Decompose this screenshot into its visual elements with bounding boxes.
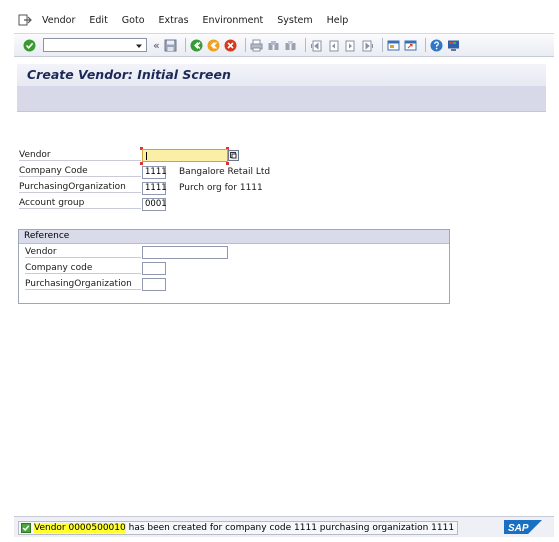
toolbar-separator xyxy=(244,38,246,52)
menu-goto[interactable]: Goto xyxy=(122,15,145,26)
page-title: Create Vendor: Initial Screen xyxy=(27,67,231,82)
vendor-input[interactable] xyxy=(142,149,228,162)
find-next-icon[interactable] xyxy=(284,38,298,52)
cancel-icon[interactable] xyxy=(224,38,238,52)
back-icon[interactable] xyxy=(190,38,204,52)
menu-environment[interactable]: Environment xyxy=(203,15,264,26)
purchasing-org-label: PurchasingOrganization xyxy=(19,182,141,193)
menu-vendor[interactable]: Vendor xyxy=(42,15,75,26)
enter-icon[interactable] xyxy=(22,38,36,52)
status-message[interactable]: Vendor 0000500010 has been created for c… xyxy=(18,521,459,535)
next-page-icon[interactable] xyxy=(344,38,358,52)
command-field[interactable] xyxy=(43,38,147,52)
title-bar: Create Vendor: Initial Screen xyxy=(17,64,546,87)
last-page-icon[interactable] xyxy=(361,38,375,52)
customize-layout-icon[interactable] xyxy=(447,38,461,52)
previous-page-icon[interactable] xyxy=(327,38,341,52)
print-icon[interactable] xyxy=(250,38,264,52)
toolbar-separator xyxy=(424,38,426,52)
toolbar-separator xyxy=(381,38,383,52)
menu-edit[interactable]: Edit xyxy=(89,15,107,26)
reference-company-code-label: Company code xyxy=(25,263,141,274)
system-menu-icon[interactable] xyxy=(18,14,32,26)
company-code-label: Company Code xyxy=(19,166,141,177)
reference-vendor-label: Vendor xyxy=(25,247,141,258)
application-toolbar xyxy=(17,86,546,112)
reference-group-title: Reference xyxy=(19,230,449,244)
first-page-icon[interactable] xyxy=(310,38,324,52)
reference-vendor-input[interactable] xyxy=(142,246,228,259)
search-help-icon[interactable] xyxy=(228,150,239,161)
toolbar-separator xyxy=(184,38,186,52)
sap-logo: SAP xyxy=(504,520,542,537)
find-icon[interactable] xyxy=(267,38,281,52)
exit-icon[interactable] xyxy=(207,38,221,52)
account-group-input[interactable]: 0001 xyxy=(142,198,167,211)
create-session-icon[interactable] xyxy=(387,38,401,52)
account-group-label: Account group xyxy=(19,198,141,209)
help-icon[interactable] xyxy=(430,38,444,52)
menu-extras[interactable]: Extras xyxy=(159,15,189,26)
reference-company-code-input[interactable] xyxy=(142,262,166,275)
vendor-label: Vendor xyxy=(19,150,141,161)
status-highlight-text: Vendor 0000500010 xyxy=(34,523,126,533)
status-message-text: has been created for company code 1111 p… xyxy=(125,523,455,533)
focus-corner-mark xyxy=(140,162,143,165)
menu-bar: Vendor Edit Goto Extras Environment Syst… xyxy=(14,10,554,30)
company-code-description: Bangalore Retail Ltd xyxy=(179,167,271,177)
svg-text:SAP: SAP xyxy=(508,523,529,534)
standard-toolbar: « xyxy=(14,33,554,57)
reference-purchasing-org-label: PurchasingOrganization xyxy=(25,279,141,290)
focus-corner-mark xyxy=(226,162,229,165)
reference-purchasing-org-input[interactable] xyxy=(142,278,166,291)
shortcut-icon[interactable] xyxy=(404,38,418,52)
toolbar-separator xyxy=(304,38,306,52)
chevron-down-icon[interactable] xyxy=(134,41,144,51)
purchasing-org-input[interactable]: 1111 xyxy=(142,182,167,195)
menu-help[interactable]: Help xyxy=(327,15,349,26)
sap-gui-window: Vendor Edit Goto Extras Environment Syst… xyxy=(0,0,559,542)
status-bar: Vendor 0000500010 has been created for c… xyxy=(14,516,554,537)
success-check-icon xyxy=(21,523,31,533)
save-icon[interactable] xyxy=(164,38,178,52)
collapse-toolbar-button[interactable]: « xyxy=(153,39,160,52)
company-code-input[interactable]: 1111 xyxy=(142,166,167,179)
purchasing-org-description: Purch org for 1111 xyxy=(179,183,263,193)
menu-system[interactable]: System xyxy=(277,15,312,26)
